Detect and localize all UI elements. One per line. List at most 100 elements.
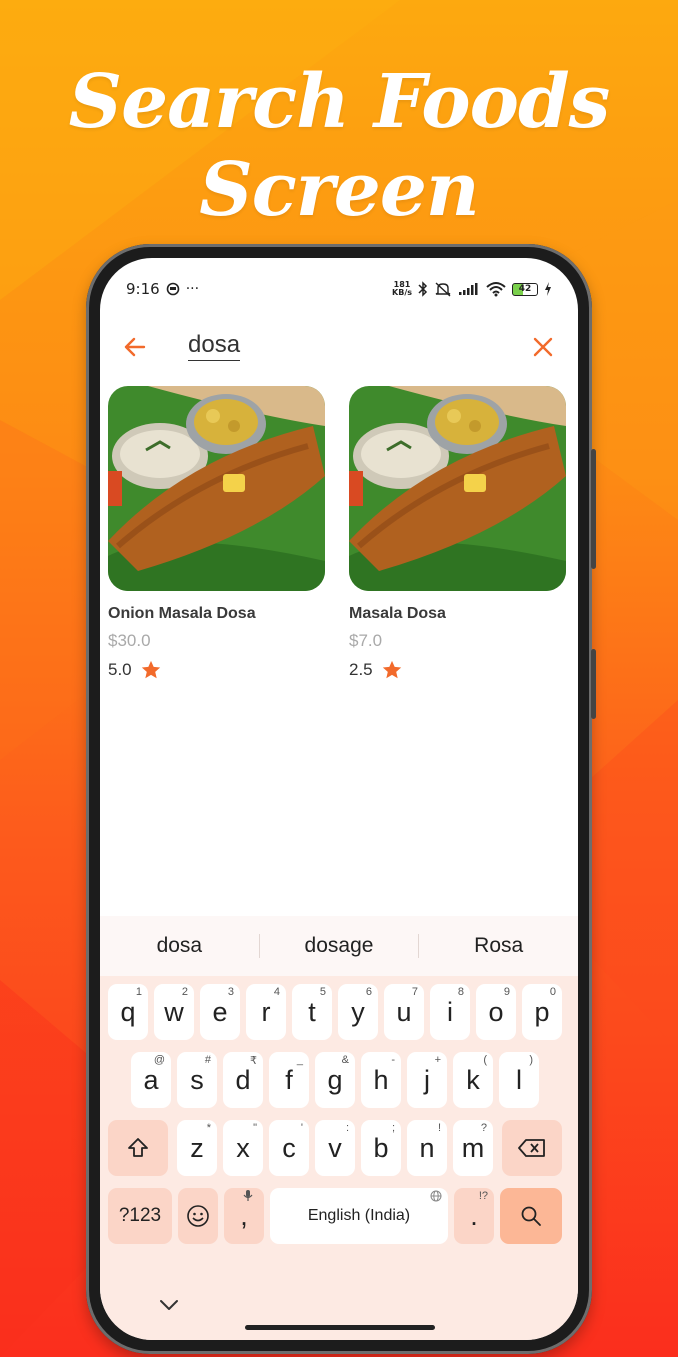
comma-key[interactable]: , (224, 1188, 264, 1244)
power-button (591, 649, 596, 719)
key-k[interactable]: k( (453, 1052, 493, 1108)
clear-search-icon[interactable] (530, 334, 556, 360)
key-m[interactable]: m? (453, 1120, 493, 1176)
status-time: 9:16 (126, 280, 160, 298)
keyboard-row-4: ?123 , English (India) . !? (100, 1188, 578, 1244)
key-u[interactable]: u7 (384, 984, 424, 1040)
key-hint: + (434, 1054, 441, 1066)
food-card-masala-dosa[interactable]: Masala Dosa $7.0 2.5 (349, 386, 566, 681)
key-label: s (190, 1064, 204, 1095)
suggestion-item[interactable]: Rosa (419, 934, 578, 958)
key-o[interactable]: o9 (476, 984, 516, 1040)
key-label: h (373, 1064, 389, 1095)
key-j[interactable]: j + (407, 1052, 447, 1108)
food-name: Masala Dosa (349, 605, 446, 622)
key-label: r (261, 996, 271, 1027)
key-a[interactable]: a @ (131, 1052, 171, 1108)
key-label: a (143, 1064, 159, 1095)
search-input[interactable]: dosa (188, 330, 241, 361)
key-hint: 5 (319, 986, 326, 998)
suggestion-item[interactable]: dosa (100, 934, 259, 958)
key-hint: 6 (365, 986, 372, 998)
key-hint: : (345, 1122, 349, 1134)
key-r[interactable]: r4 (246, 984, 286, 1040)
search-key[interactable] (500, 1188, 562, 1244)
key-t[interactable]: t5 (292, 984, 332, 1040)
key-label: c (282, 1132, 296, 1163)
key-hint: " (253, 1122, 257, 1134)
period-key[interactable]: . !? (454, 1188, 494, 1244)
symbols-key[interactable]: ?123 (108, 1188, 172, 1244)
phone-screen: 9:16 ··· 181 KB/s 42 dosa Onion Masala D… (100, 258, 578, 1340)
key-hint: # (204, 1054, 211, 1066)
key-hint: 3 (227, 986, 234, 998)
key-hint: _ (296, 1054, 303, 1066)
banner-title-line2: Screen (199, 147, 479, 233)
key-x[interactable]: x " (223, 1120, 263, 1176)
key-l[interactable]: l) (499, 1052, 539, 1108)
battery-level: 42 (518, 284, 532, 294)
key-h[interactable]: h- (361, 1052, 401, 1108)
shift-key[interactable] (108, 1120, 168, 1176)
key-hint: 2 (181, 986, 188, 998)
key-label: j (424, 1064, 430, 1095)
key-c[interactable]: c ' (269, 1120, 309, 1176)
back-arrow-icon[interactable] (122, 334, 148, 360)
key-hint: ) (529, 1054, 533, 1066)
key-hint: ₹ (250, 1055, 257, 1067)
key-hint: & (341, 1054, 349, 1066)
key-v[interactable]: v: (315, 1120, 355, 1176)
key-w[interactable]: w2 (154, 984, 194, 1040)
suggestion-item[interactable]: dosage (260, 934, 419, 958)
key-label: k (466, 1064, 480, 1095)
key-hint: 4 (273, 986, 280, 998)
key-g[interactable]: g & (315, 1052, 355, 1108)
star-icon (382, 660, 401, 679)
food-name: Onion Masala Dosa (108, 605, 256, 622)
space-key[interactable]: English (India) (270, 1188, 448, 1244)
dosa-image (349, 386, 566, 591)
backspace-key[interactable] (502, 1120, 562, 1176)
food-price: $30.0 (108, 631, 151, 650)
more-notifications-icon: ··· (185, 281, 200, 297)
key-hint: @ (153, 1054, 165, 1066)
phone-frame: 9:16 ··· 181 KB/s 42 dosa Onion Masala D… (86, 244, 596, 1354)
key-label: v (328, 1132, 342, 1163)
key-hint: 8 (457, 986, 464, 998)
key-q[interactable]: q1 (108, 984, 148, 1040)
key-label: l (516, 1064, 522, 1095)
key-f[interactable]: f _ (269, 1052, 309, 1108)
emoji-key[interactable] (178, 1188, 218, 1244)
hide-keyboard-chevron-icon[interactable] (158, 1298, 180, 1312)
food-rating: 2.5 (349, 659, 566, 681)
keyboard-row-1: q1w2e3r4t5y6u7i8o9p0 (100, 984, 578, 1040)
food-rating: 5.0 (108, 659, 325, 681)
key-label: d (235, 1064, 251, 1095)
search-bar: dosa (100, 320, 578, 376)
wifi-icon (486, 282, 506, 297)
key-b[interactable]: b; (361, 1120, 401, 1176)
period-key-hint: !? (478, 1190, 488, 1202)
key-label: n (419, 1132, 435, 1163)
key-label: w (164, 996, 184, 1027)
key-e[interactable]: e3 (200, 984, 240, 1040)
shift-icon (128, 1138, 148, 1157)
banner-title-line1: Search Foods (68, 59, 611, 145)
key-hint: 9 (503, 986, 510, 998)
key-hint: 0 (549, 986, 556, 998)
network-speed: 181 KB/s (392, 281, 412, 297)
key-y[interactable]: y6 (338, 984, 378, 1040)
key-label: o (488, 996, 504, 1027)
key-n[interactable]: n! (407, 1120, 447, 1176)
home-indicator (245, 1325, 435, 1330)
key-p[interactable]: p0 (522, 984, 562, 1040)
key-z[interactable]: z * (177, 1120, 217, 1176)
key-hint: * (206, 1122, 211, 1134)
key-hint: ! (437, 1122, 441, 1134)
food-card-onion-masala-dosa[interactable]: Onion Masala Dosa $30.0 5.0 (108, 386, 325, 681)
key-i[interactable]: i8 (430, 984, 470, 1040)
key-d[interactable]: d ₹ (223, 1052, 263, 1108)
food-image (349, 386, 566, 591)
key-s[interactable]: s # (177, 1052, 217, 1108)
key-label: f (285, 1064, 293, 1095)
